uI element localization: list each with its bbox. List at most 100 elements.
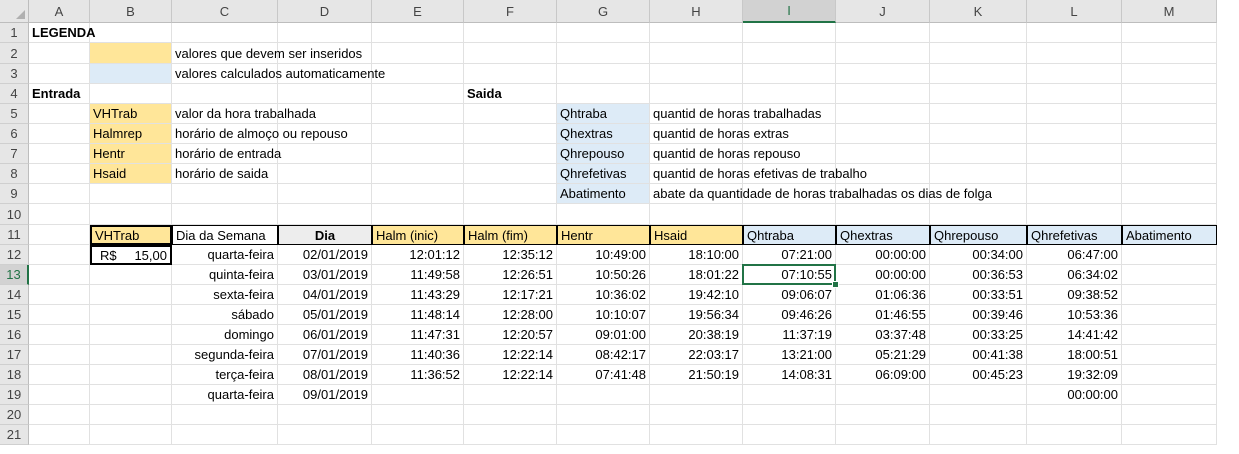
- grid-cell[interactable]: [278, 84, 372, 104]
- grid-cell[interactable]: [1027, 124, 1122, 144]
- grid-cell[interactable]: [29, 325, 90, 345]
- deduction-cell[interactable]: [1122, 365, 1217, 385]
- grid-cell[interactable]: [278, 204, 372, 225]
- row-header-18[interactable]: 18: [0, 365, 29, 385]
- entry-time-cell[interactable]: 07:41:48: [557, 365, 650, 385]
- grid-cell[interactable]: [743, 84, 836, 104]
- date-cell[interactable]: 08/01/2019: [278, 365, 372, 385]
- grid-cell[interactable]: [29, 245, 90, 265]
- grid-cell[interactable]: [1122, 124, 1217, 144]
- worked-hours-cell[interactable]: [743, 385, 836, 405]
- lunch-start-cell[interactable]: 11:36:52: [372, 365, 464, 385]
- row-header-12[interactable]: 12: [0, 245, 29, 265]
- grid-cell[interactable]: [930, 64, 1027, 84]
- worked-hours-cell[interactable]: 09:06:07: [743, 285, 836, 305]
- grid-cell[interactable]: [278, 184, 372, 204]
- deduction-cell[interactable]: [1122, 385, 1217, 405]
- grid-cell[interactable]: [743, 23, 836, 43]
- grid-cell[interactable]: [172, 184, 278, 204]
- grid-cell[interactable]: [1027, 164, 1122, 184]
- weekday-cell[interactable]: domingo: [172, 325, 278, 345]
- grid-cell[interactable]: [29, 285, 90, 305]
- column-header-I[interactable]: I: [743, 0, 836, 23]
- grid-cell[interactable]: [29, 124, 90, 144]
- deduction-cell[interactable]: [1122, 325, 1217, 345]
- grid-cell[interactable]: [172, 425, 278, 445]
- grid-cell[interactable]: [836, 204, 930, 225]
- extra-hours-cell[interactable]: 03:37:48: [836, 325, 930, 345]
- grid-cell[interactable]: [743, 43, 836, 64]
- entry-time-cell[interactable]: [557, 385, 650, 405]
- grid-cell[interactable]: [930, 164, 1027, 184]
- grid-cell[interactable]: [1027, 104, 1122, 124]
- grid-cell[interactable]: [29, 43, 90, 64]
- grid-cell[interactable]: [278, 405, 372, 425]
- grid-cell[interactable]: [278, 144, 372, 164]
- date-cell[interactable]: 09/01/2019: [278, 385, 372, 405]
- row-header-5[interactable]: 5: [0, 104, 29, 124]
- entry-time-cell[interactable]: 10:49:00: [557, 245, 650, 265]
- grid-cell[interactable]: [1027, 204, 1122, 225]
- column-header-G[interactable]: G: [557, 0, 650, 23]
- grid-cell[interactable]: [372, 43, 464, 64]
- exit-time-cell[interactable]: 18:01:22: [650, 265, 743, 285]
- row-header-10[interactable]: 10: [0, 204, 29, 225]
- grid-cell[interactable]: [90, 345, 172, 365]
- grid-cell[interactable]: [1027, 43, 1122, 64]
- grid-cell[interactable]: [464, 204, 557, 225]
- grid-cell[interactable]: [29, 225, 90, 245]
- rest-hours-cell[interactable]: 00:39:46: [930, 305, 1027, 325]
- rest-hours-cell[interactable]: [930, 385, 1027, 405]
- lunch-start-cell[interactable]: [372, 385, 464, 405]
- grid-cell[interactable]: [29, 345, 90, 365]
- grid-cell[interactable]: [1122, 43, 1217, 64]
- extra-hours-cell[interactable]: 01:06:36: [836, 285, 930, 305]
- grid-cell[interactable]: [1027, 84, 1122, 104]
- grid-cell[interactable]: [1122, 64, 1217, 84]
- grid-cell[interactable]: [90, 265, 172, 285]
- date-cell[interactable]: 03/01/2019: [278, 265, 372, 285]
- grid-cell[interactable]: [650, 405, 743, 425]
- grid-cell[interactable]: [464, 164, 557, 184]
- lunch-start-cell[interactable]: 11:47:31: [372, 325, 464, 345]
- table-header-qhrepouso[interactable]: Qhrepouso: [930, 225, 1027, 245]
- grid-cell[interactable]: [836, 425, 930, 445]
- grid-cell[interactable]: [650, 84, 743, 104]
- grid-cell[interactable]: [1027, 184, 1122, 204]
- effective-hours-cell[interactable]: 14:41:42: [1027, 325, 1122, 345]
- date-cell[interactable]: 02/01/2019: [278, 245, 372, 265]
- grid-cell[interactable]: [372, 204, 464, 225]
- grid-cell[interactable]: [650, 425, 743, 445]
- lunch-start-cell[interactable]: 11:49:58: [372, 265, 464, 285]
- grid-cell[interactable]: [29, 104, 90, 124]
- row-header-8[interactable]: 8: [0, 164, 29, 184]
- weekday-cell[interactable]: quarta-feira: [172, 245, 278, 265]
- row-header-9[interactable]: 9: [0, 184, 29, 204]
- grid-cell[interactable]: [1122, 405, 1217, 425]
- weekday-cell[interactable]: terça-feira: [172, 365, 278, 385]
- grid-cell[interactable]: [29, 184, 90, 204]
- entry-time-cell[interactable]: 09:01:00: [557, 325, 650, 345]
- grid-cell[interactable]: [372, 64, 464, 84]
- grid-cell[interactable]: [930, 84, 1027, 104]
- lunch-end-cell[interactable]: [464, 385, 557, 405]
- effective-hours-cell[interactable]: 00:00:00: [1027, 385, 1122, 405]
- grid-cell[interactable]: [650, 204, 743, 225]
- grid-cell[interactable]: [930, 104, 1027, 124]
- entry-time-cell[interactable]: 10:10:07: [557, 305, 650, 325]
- grid-cell[interactable]: [1122, 164, 1217, 184]
- grid-cell[interactable]: [372, 425, 464, 445]
- vhtrab-label-cell[interactable]: VHTrab: [90, 225, 172, 245]
- active-cell-border[interactable]: [742, 264, 836, 285]
- table-header-qhtraba[interactable]: Qhtraba: [743, 225, 836, 245]
- grid-cell[interactable]: [90, 204, 172, 225]
- grid-cell[interactable]: [372, 164, 464, 184]
- column-header-E[interactable]: E: [372, 0, 464, 23]
- effective-hours-cell[interactable]: 19:32:09: [1027, 365, 1122, 385]
- grid-cell[interactable]: [1027, 23, 1122, 43]
- grid-cell[interactable]: [836, 104, 930, 124]
- lunch-end-cell[interactable]: 12:22:14: [464, 365, 557, 385]
- exit-time-cell[interactable]: [650, 385, 743, 405]
- worked-hours-cell[interactable]: 09:46:26: [743, 305, 836, 325]
- grid-cell[interactable]: [836, 64, 930, 84]
